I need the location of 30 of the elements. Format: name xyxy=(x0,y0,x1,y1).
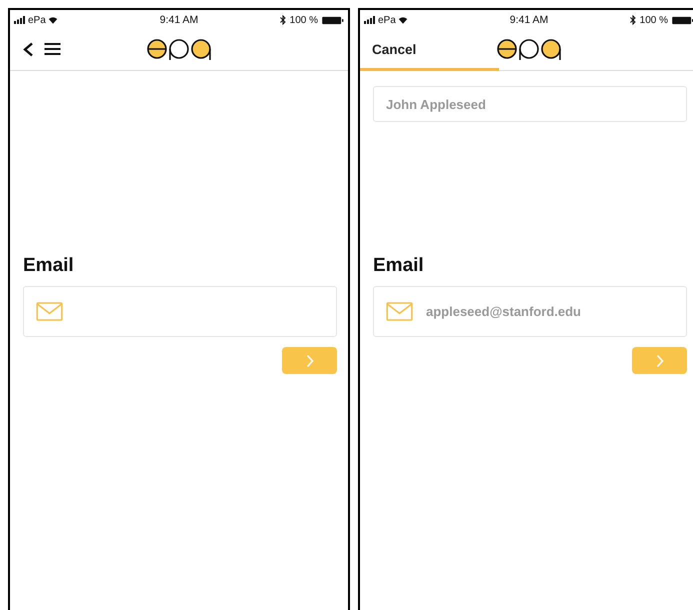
email-label: Email xyxy=(373,254,425,278)
chevron-icon xyxy=(656,354,664,368)
battery-icon xyxy=(672,16,693,24)
next-button[interactable] xyxy=(282,347,337,374)
envelope-icon xyxy=(386,302,413,321)
bluetooth-icon xyxy=(280,15,286,25)
email-field[interactable] xyxy=(23,286,337,337)
wifi-icon xyxy=(48,16,58,24)
carrier-name: ePa xyxy=(28,14,46,26)
battery-percent: 100 % xyxy=(640,14,668,26)
wifi-icon xyxy=(398,16,408,24)
next-button[interactable] xyxy=(632,347,687,374)
status-time: 9:41 AM xyxy=(510,14,548,26)
status-time: 9:41 AM xyxy=(160,14,198,26)
signal-icon xyxy=(364,16,376,24)
name-field[interactable]: John Appleseed xyxy=(373,86,687,122)
signal-icon xyxy=(14,16,26,24)
battery-icon xyxy=(322,16,344,24)
email-label: Email xyxy=(23,254,75,278)
logo-icon xyxy=(147,38,213,60)
email-field[interactable]: appleseed@stanford.edu xyxy=(373,286,687,337)
logo-icon xyxy=(497,38,563,60)
envelope-icon xyxy=(36,302,63,321)
cancel-button[interactable]: Cancel xyxy=(372,42,416,56)
chevron-icon xyxy=(306,354,314,368)
menu-icon[interactable] xyxy=(44,42,61,56)
battery-percent: 100 % xyxy=(290,14,318,26)
bluetooth-icon xyxy=(630,15,636,25)
carrier-name: ePa xyxy=(378,14,396,26)
back-icon[interactable] xyxy=(22,40,34,58)
